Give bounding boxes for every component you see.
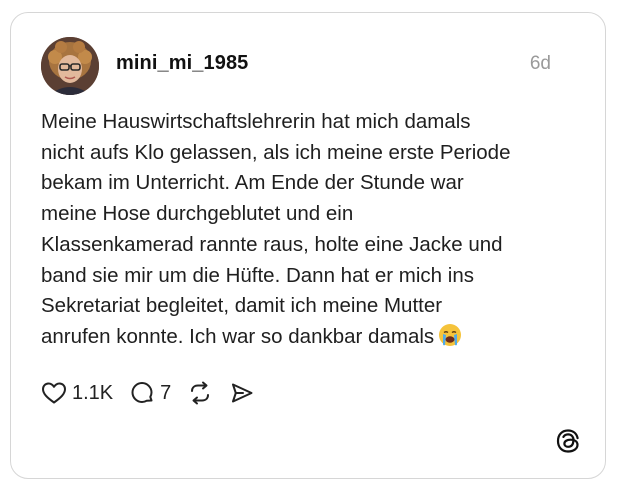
post-text-line: Meine Hauswirtschaftslehrerin hat mich d…: [41, 110, 471, 133]
repost-icon: [187, 380, 213, 406]
avatar[interactable]: [41, 37, 99, 95]
post-text-line-last: anrufen konnte. Ich war so dankbar damal…: [41, 322, 571, 357]
post-text-line: nicht aufs Klo gelassen, als ich meine e…: [41, 140, 511, 164]
share-button[interactable]: [229, 380, 255, 406]
repost-button[interactable]: [187, 380, 213, 406]
threads-logo-icon[interactable]: [555, 428, 581, 454]
avatar-image: [41, 37, 99, 95]
post-text: Meine Hauswirtschaftslehrerin hat mich d…: [41, 107, 571, 357]
post-text-line: Klassenkamerad rannte raus, holte eine J…: [41, 232, 503, 256]
like-button[interactable]: 1.1K: [41, 381, 113, 405]
heart-icon: [41, 381, 67, 405]
post-card[interactable]: mini_mi_1985 6d Meine Hauswirtschaftsleh…: [10, 12, 606, 479]
post-text-line: Sekretariat begleitet, damit ich meine M…: [41, 294, 443, 318]
timestamp: 6d: [529, 53, 551, 74]
loudly-crying-face-icon: [438, 323, 462, 357]
post-text-line: bekam im Unterricht. Am Ende der Stunde …: [41, 171, 464, 195]
like-count: 1.1K: [72, 381, 114, 404]
share-send-icon: [229, 380, 255, 406]
comment-button[interactable]: 7: [129, 380, 171, 406]
post-text-line: band sie mir um die Hüfte. Dann hat er m…: [41, 263, 474, 287]
comment-count: 7: [160, 381, 172, 404]
post-text-line: meine Hose durchgeblutet und ein: [41, 202, 354, 226]
action-bar: 1.1K 7: [41, 379, 271, 407]
post-text-line-content: anrufen konnte. Ich war so dankbar damal…: [41, 324, 435, 348]
username[interactable]: mini_mi_1985: [116, 52, 248, 75]
comment-bubble-icon: [129, 380, 155, 406]
